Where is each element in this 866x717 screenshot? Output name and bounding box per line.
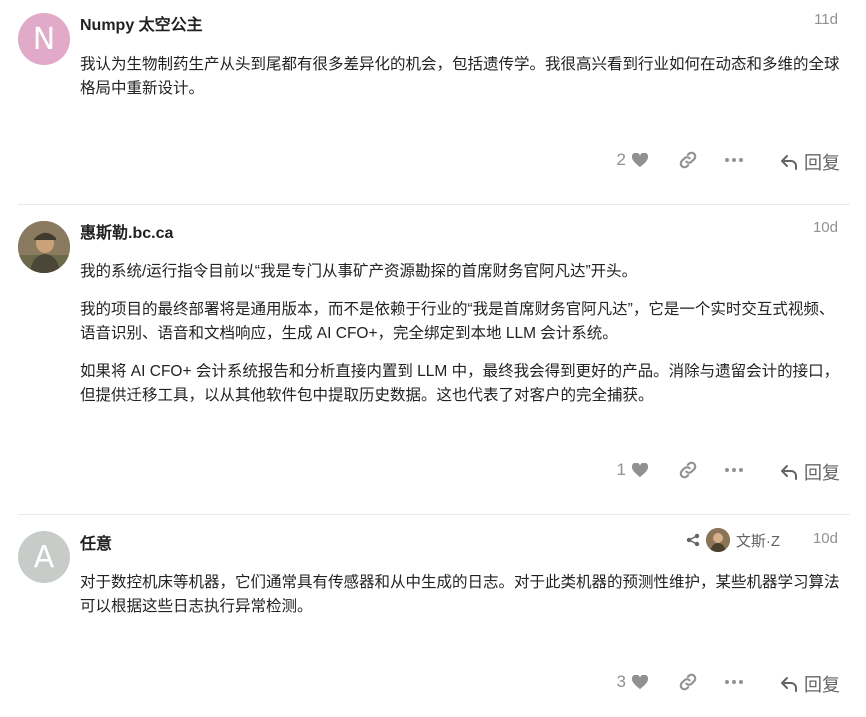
heart-icon (632, 152, 648, 167)
post-1: N Numpy 太空公主 11d 我认为生物制药生产从头到尾都有很多差异化的机会… (0, 0, 866, 204)
post-controls: 1 回复 (0, 456, 866, 486)
share-link-button[interactable] (678, 460, 698, 480)
like-button[interactable]: 3 (617, 672, 648, 692)
post-date[interactable]: 10d (813, 219, 838, 236)
reply-button[interactable]: 回复 (780, 149, 840, 175)
ellipsis-icon (725, 468, 743, 472)
more-actions-button[interactable] (724, 674, 744, 690)
more-actions-button[interactable] (724, 152, 744, 168)
user-avatar[interactable] (18, 221, 70, 273)
reply-arrow-icon (781, 155, 797, 170)
post-paragraph: 我的系统/运行指令目前以“我是专门从事矿产资源勘探的首席财务官阿凡达”开头。 (80, 263, 638, 280)
ellipsis-icon (725, 158, 743, 162)
reply-to-username: 文斯·Z (735, 532, 780, 550)
more-actions-button[interactable] (724, 462, 744, 478)
like-button[interactable]: 2 (617, 150, 648, 170)
reply-label: 回复 (804, 463, 840, 483)
post-paragraph: 我认为生物制药生产从头到尾都有很多差异化的机会，包括遗传学。我很高兴看到行业如何… (80, 56, 840, 97)
ellipsis-icon (725, 680, 743, 684)
post-paragraph: 如果将 AI CFO+ 会计系统报告和分析直接内置到 LLM 中，最终我会得到更… (80, 363, 840, 404)
reply-button[interactable]: 回复 (780, 459, 840, 485)
post-controls: 3 回复 (0, 668, 866, 698)
heart-icon (632, 674, 648, 689)
user-avatar[interactable]: A (18, 531, 70, 583)
post-body: 对于数控机床等机器，它们通常具有传感器和从中生成的日志。对于此类机器的预测性维护… (80, 571, 840, 633)
username[interactable]: 惠斯勒.bc.ca (80, 219, 173, 243)
user-photo (18, 221, 70, 273)
share-link-button[interactable] (678, 150, 698, 170)
like-count: 3 (616, 672, 626, 691)
post-2: 惠斯勒.bc.ca 10d 我的系统/运行指令目前以“我是专门从事矿产资源勘探的… (0, 205, 866, 515)
username[interactable]: Numpy 太空公主 (80, 11, 203, 35)
share-link-button[interactable] (678, 672, 698, 692)
link-icon (679, 673, 697, 691)
reply-label: 回复 (804, 153, 840, 173)
like-count: 2 (616, 150, 626, 169)
share-nodes-icon (686, 533, 700, 547)
reply-arrow-icon (781, 677, 797, 692)
link-icon (679, 151, 697, 169)
post-controls: 2 回复 (0, 146, 866, 176)
like-button[interactable]: 1 (617, 460, 648, 480)
reply-to-tab[interactable]: 文斯·Z (686, 528, 780, 552)
reply-to-avatar (705, 528, 730, 552)
reply-button[interactable]: 回复 (780, 671, 840, 697)
post-3: A 任意 文斯·Z 10d 对于数控机床等机器，它们通常具有传感器和从中生成的日… (0, 515, 866, 717)
post-paragraph: 我的项目的最终部署将是通用版本，而不是依赖于行业的“我是首席财务官阿凡达”，它是… (80, 301, 835, 342)
post-date[interactable]: 11d (814, 11, 838, 28)
post-body: 我的系统/运行指令目前以“我是专门从事矿产资源勘探的首席财务官阿凡达”开头。 我… (80, 260, 840, 422)
post-body: 我认为生物制药生产从头到尾都有很多差异化的机会，包括遗传学。我很高兴看到行业如何… (80, 53, 840, 115)
reply-arrow-icon (781, 465, 797, 480)
user-avatar[interactable]: N (18, 13, 70, 65)
post-paragraph: 对于数控机床等机器，它们通常具有传感器和从中生成的日志。对于此类机器的预测性维护… (80, 574, 840, 615)
post-date[interactable]: 10d (813, 530, 838, 547)
like-count: 1 (616, 460, 626, 479)
link-icon (679, 461, 697, 479)
username[interactable]: 任意 (80, 530, 112, 554)
heart-icon (632, 462, 648, 477)
reply-label: 回复 (804, 675, 840, 695)
